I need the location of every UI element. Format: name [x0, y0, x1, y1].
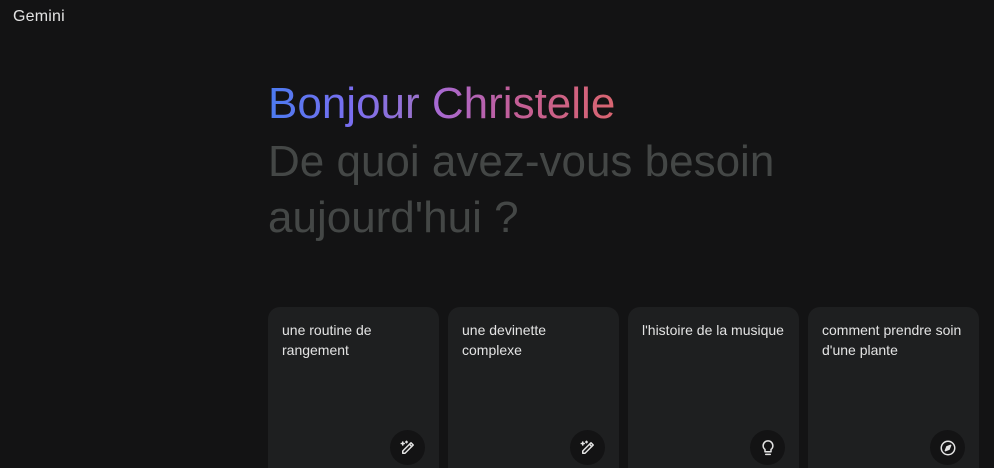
suggestion-card-music-history[interactable]: l'histoire de la musique — [628, 307, 799, 468]
app-title[interactable]: Gemini — [13, 8, 65, 26]
greeting-word-bonjour: Bonjour — [268, 79, 420, 128]
greeting-user-name: Christelle — [431, 79, 616, 128]
lightbulb-icon — [750, 430, 785, 465]
gemini-home-page: Gemini Bonjour Christelle De quoi avez-v… — [0, 0, 994, 468]
suggestion-card-text: une devinette complexe — [462, 322, 547, 358]
compass-icon — [930, 430, 965, 465]
suggestion-card-riddle[interactable]: une devinette complexe — [448, 307, 619, 468]
pencil-sparkle-icon — [570, 430, 605, 465]
suggestion-card-text: l'histoire de la musique — [642, 322, 784, 338]
suggestion-card-text: comment prendre soin d'une plante — [822, 322, 962, 358]
suggestion-card-plant-care[interactable]: comment prendre soin d'une plante — [808, 307, 979, 468]
hero-section: Bonjour Christelle De quoi avez-vous bes… — [268, 78, 828, 246]
page-subtitle: De quoi avez-vous besoin aujourd'hui ? — [268, 137, 775, 242]
suggestion-card-text: une routine de rangement — [282, 322, 372, 358]
suggestion-cards: une routine de rangement une devinette c… — [268, 307, 979, 468]
pencil-sparkle-icon — [390, 430, 425, 465]
suggestion-card-routine[interactable]: une routine de rangement — [268, 307, 439, 468]
greeting-heading: Bonjour Christelle — [268, 78, 828, 130]
